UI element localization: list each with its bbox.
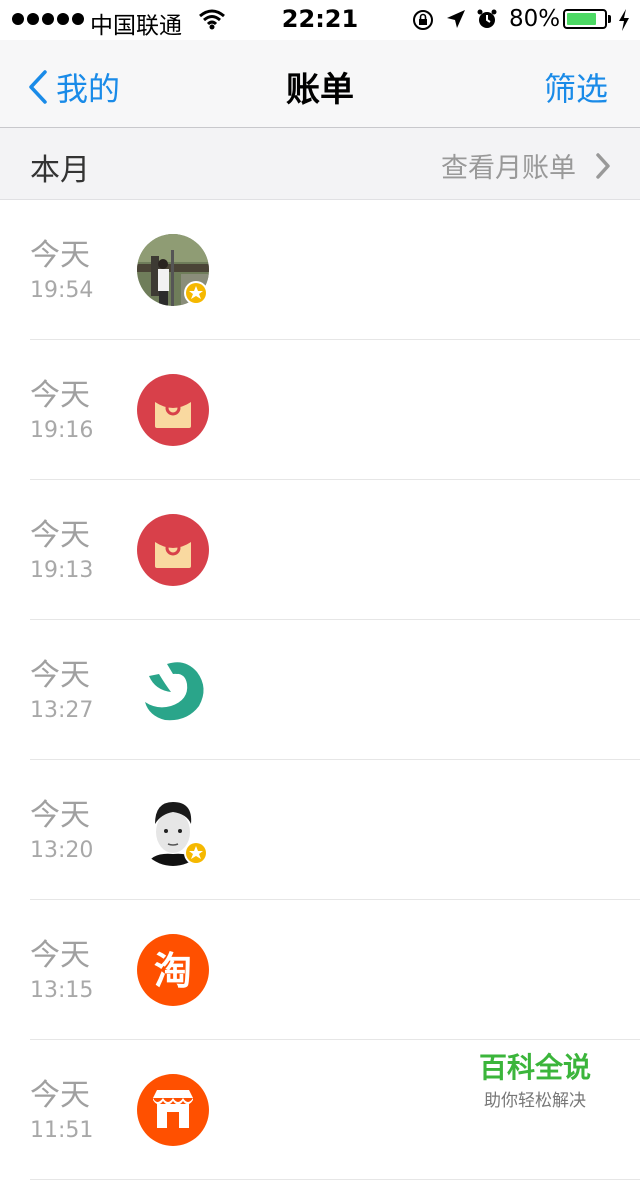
bill-day: 今天 (30, 798, 90, 833)
bill-row[interactable]: 今天 19:13 (0, 480, 640, 620)
watermark-subtitle: 助你轻松解决 (484, 1091, 586, 1111)
user-portrait-avatar (137, 794, 209, 866)
bill-time: 13:15 (30, 978, 94, 1003)
user-photo-avatar (137, 234, 209, 306)
red-envelope-icon (137, 374, 209, 446)
bill-time: 19:16 (30, 418, 94, 443)
bill-time: 13:20 (30, 838, 94, 863)
filter-button[interactable]: 筛选 (544, 64, 608, 110)
bill-day: 今天 (30, 938, 90, 973)
battery-tip (608, 15, 611, 23)
alarm-clock-icon (476, 8, 498, 34)
green-brand-logo-icon (145, 662, 204, 721)
bill-time: 19:54 (30, 278, 94, 303)
bill-list: 今天 19:54 今天 19:16 今天 19:13 今天 13:27 今天 1… (0, 200, 640, 1180)
month-section-header: 本月 查看月账单 (0, 128, 640, 200)
battery-level (567, 13, 596, 25)
bill-row[interactable]: 今天 13:15 淘 (0, 900, 640, 1040)
rotation-lock-icon (411, 8, 435, 36)
bill-day: 今天 (30, 238, 90, 273)
watermark-title: 百科全说 (478, 1051, 591, 1084)
view-monthly-bill-link[interactable]: 查看月账单 (441, 146, 610, 185)
shop-icon (137, 1074, 209, 1146)
status-bar: 中国联通 22:21 80% (0, 0, 640, 40)
watermark-logo: 百科全说 助你轻松解决 (456, 1040, 614, 1111)
bill-day: 今天 (30, 518, 90, 553)
nav-bar: 我的 账单 筛选 (0, 40, 640, 128)
red-envelope-icon (137, 514, 209, 586)
bill-row[interactable]: 今天 13:27 (0, 620, 640, 760)
bill-day: 今天 (30, 378, 90, 413)
charging-bolt-icon (617, 8, 631, 36)
month-label: 本月 (30, 153, 90, 188)
location-arrow-icon (445, 8, 467, 34)
view-monthly-bill-label: 查看月账单 (441, 153, 576, 184)
battery-percent: 80% (509, 6, 561, 32)
svg-text:淘: 淘 (154, 949, 192, 993)
bill-row[interactable]: 今天 13:20 (0, 760, 640, 900)
bill-time: 11:51 (30, 1118, 94, 1143)
bill-day: 今天 (30, 658, 90, 693)
bill-row[interactable]: 今天 19:54 (0, 200, 640, 340)
chevron-right-icon (596, 152, 610, 179)
bill-time: 19:13 (30, 558, 94, 583)
bill-time: 13:27 (30, 698, 94, 723)
battery-icon (563, 9, 607, 29)
bill-day: 今天 (30, 1078, 90, 1113)
taobao-icon: 淘 (137, 934, 209, 1006)
bill-row[interactable]: 今天 19:16 (0, 340, 640, 480)
